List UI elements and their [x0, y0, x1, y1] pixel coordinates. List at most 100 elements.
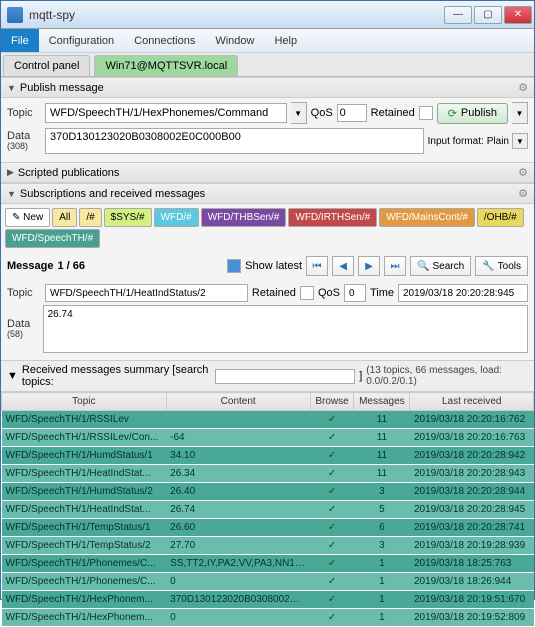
retained-label: Retained	[371, 107, 415, 119]
summary-table: Topic Content Browse Messages Last recei…	[1, 392, 534, 627]
cell-topic: WFD/SpeechTH/1/RSSILev	[2, 411, 167, 429]
show-latest-checkbox[interactable]	[227, 259, 241, 273]
topic-dropdown-icon[interactable]: ▼	[291, 102, 307, 124]
cell-messages: 11	[354, 465, 410, 483]
inputfmt-value: Plain	[487, 136, 509, 147]
search-button[interactable]: 🔍Search	[410, 256, 471, 276]
menubar: File Configuration Connections Window He…	[1, 29, 534, 53]
detail-topic-input[interactable]	[45, 284, 248, 302]
cell-browse[interactable]: ✓	[310, 573, 354, 591]
cell-topic: WFD/SpeechTH/1/HumdStatus/1	[2, 447, 167, 465]
data-size-label: (308)	[7, 142, 41, 151]
detail-data-value[interactable]: 26.74	[43, 305, 528, 353]
filter-speech[interactable]: WFD/SpeechTH/#	[5, 229, 100, 248]
table-row[interactable]: WFD/SpeechTH/1/TempStatus/227.70✓32019/0…	[2, 537, 534, 555]
gear-icon[interactable]: ⚙	[518, 166, 528, 179]
qos-input[interactable]	[337, 104, 367, 122]
filter-mains[interactable]: WFD/MainsCont/#	[379, 208, 475, 227]
cell-browse[interactable]: ✓	[310, 555, 354, 573]
cell-last: 2019/03/18 20:20:16:763	[410, 429, 534, 447]
cell-browse[interactable]: ✓	[310, 501, 354, 519]
gear-icon[interactable]: ⚙	[518, 81, 528, 94]
table-row[interactable]: WFD/SpeechTH/1/HumdStatus/226.40✓32019/0…	[2, 483, 534, 501]
cell-browse[interactable]: ✓	[310, 411, 354, 429]
col-topic[interactable]: Topic	[2, 393, 167, 411]
collapse-icon: ▼	[7, 189, 16, 199]
tab-control-panel[interactable]: Control panel	[3, 55, 90, 76]
inputfmt-dropdown-icon[interactable]: ▼	[512, 133, 528, 149]
table-row[interactable]: WFD/SpeechTH/1/HexPhonem...0✓12019/03/18…	[2, 609, 534, 627]
summary-header-close: ]	[359, 370, 362, 382]
cell-messages: 3	[354, 483, 410, 501]
filter-all[interactable]: All	[52, 208, 77, 227]
close-button[interactable]: ✕	[504, 6, 532, 24]
menu-window[interactable]: Window	[205, 29, 264, 52]
filter-sys[interactable]: $SYS/#	[104, 208, 152, 227]
subscriptions-section-header[interactable]: ▼ Subscriptions and received messages ⚙	[1, 183, 534, 204]
filter-hash[interactable]: /#	[79, 208, 101, 227]
nav-next-button[interactable]: ▶	[358, 256, 380, 276]
menu-file[interactable]: File	[1, 29, 39, 52]
detail-data-size: (58)	[7, 330, 39, 339]
table-row[interactable]: WFD/SpeechTH/1/TempStatus/126.60✓62019/0…	[2, 519, 534, 537]
cell-topic: WFD/SpeechTH/1/Phonemes/C...	[2, 573, 167, 591]
retained-checkbox[interactable]	[419, 106, 433, 120]
table-row[interactable]: WFD/SpeechTH/1/Phonemes/C...0✓12019/03/1…	[2, 573, 534, 591]
col-messages[interactable]: Messages	[354, 393, 410, 411]
binoculars-icon: 🔍	[417, 261, 429, 272]
table-row[interactable]: WFD/SpeechTH/1/Phonemes/C...SS,TT2,IY,PA…	[2, 555, 534, 573]
table-row[interactable]: WFD/SpeechTH/1/HumdStatus/134.10✓112019/…	[2, 447, 534, 465]
menu-connections[interactable]: Connections	[124, 29, 205, 52]
gear-icon[interactable]: ⚙	[518, 187, 528, 200]
col-content[interactable]: Content	[166, 393, 310, 411]
cell-browse[interactable]: ✓	[310, 465, 354, 483]
cell-last: 2019/03/18 18:26:944	[410, 573, 534, 591]
tab-connection[interactable]: Win71@MQTTSVR.local	[94, 55, 238, 76]
summary-header[interactable]: ▼ Received messages summary [search topi…	[1, 360, 534, 392]
publish-button-label: Publish	[461, 107, 497, 119]
cell-topic: WFD/SpeechTH/1/HumdStatus/2	[2, 483, 167, 501]
cell-browse[interactable]: ✓	[310, 483, 354, 501]
detail-qos-label: QoS	[318, 287, 340, 299]
search-topics-input[interactable]	[215, 369, 355, 384]
col-last[interactable]: Last received	[410, 393, 534, 411]
cell-browse[interactable]: ✓	[310, 429, 354, 447]
filter-irth[interactable]: WFD/IRTHSen/#	[288, 208, 377, 227]
table-row[interactable]: WFD/SpeechTH/1/HeatIndStat...26.34✓11201…	[2, 465, 534, 483]
publish-dropdown-icon[interactable]: ▼	[512, 102, 528, 124]
summary-stats: (13 topics, 66 messages, load: 0.0/0.2/0…	[366, 365, 528, 387]
filter-wfd[interactable]: WFD/#	[154, 208, 199, 227]
filter-thb[interactable]: WFD/THBSen/#	[201, 208, 287, 227]
cell-browse[interactable]: ✓	[310, 609, 354, 627]
cell-browse[interactable]: ✓	[310, 537, 354, 555]
cell-content: 27.70	[166, 537, 310, 555]
nav-prev-button[interactable]: ◀	[332, 256, 354, 276]
publish-data-input[interactable]: 370D130123020B0308002E0C000B00	[45, 128, 424, 154]
publish-topic-input[interactable]	[45, 103, 287, 123]
inputfmt-label: Input format:	[428, 136, 484, 147]
tools-button[interactable]: 🔧Tools	[475, 256, 528, 276]
nav-first-button[interactable]: ⏮	[306, 256, 328, 276]
message-detail-panel: Topic Retained QoS Time Data (58) 26.74	[1, 280, 534, 360]
minimize-button[interactable]: —	[444, 6, 472, 24]
cell-browse[interactable]: ✓	[310, 519, 354, 537]
table-row[interactable]: WFD/SpeechTH/1/HeatIndStat...26.74✓52019…	[2, 501, 534, 519]
filter-ohb[interactable]: /OHB/#	[477, 208, 524, 227]
publish-button[interactable]: ⟳ Publish	[437, 103, 508, 124]
nav-last-button[interactable]: ⏭	[384, 256, 406, 276]
scripted-section-header[interactable]: ▶ Scripted publications ⚙	[1, 162, 534, 183]
cell-last: 2019/03/18 20:20:28:944	[410, 483, 534, 501]
maximize-button[interactable]: ▢	[474, 6, 502, 24]
col-browse[interactable]: Browse	[310, 393, 354, 411]
menu-configuration[interactable]: Configuration	[39, 29, 124, 52]
table-row[interactable]: WFD/SpeechTH/1/RSSILev ✓112019/03/18 20:2…	[2, 411, 534, 429]
menu-help[interactable]: Help	[264, 29, 307, 52]
refresh-icon: ⟳	[448, 107, 457, 120]
cell-browse[interactable]: ✓	[310, 447, 354, 465]
filter-new[interactable]: ✎ New	[5, 208, 50, 227]
publish-section-header[interactable]: ▼ Publish message ⚙	[1, 77, 534, 98]
cell-content: 26.60	[166, 519, 310, 537]
cell-messages: 11	[354, 411, 410, 429]
cell-last: 2019/03/18 20:20:16:762	[410, 411, 534, 429]
table-row[interactable]: WFD/SpeechTH/1/RSSILev/Con...-64✓112019/…	[2, 429, 534, 447]
